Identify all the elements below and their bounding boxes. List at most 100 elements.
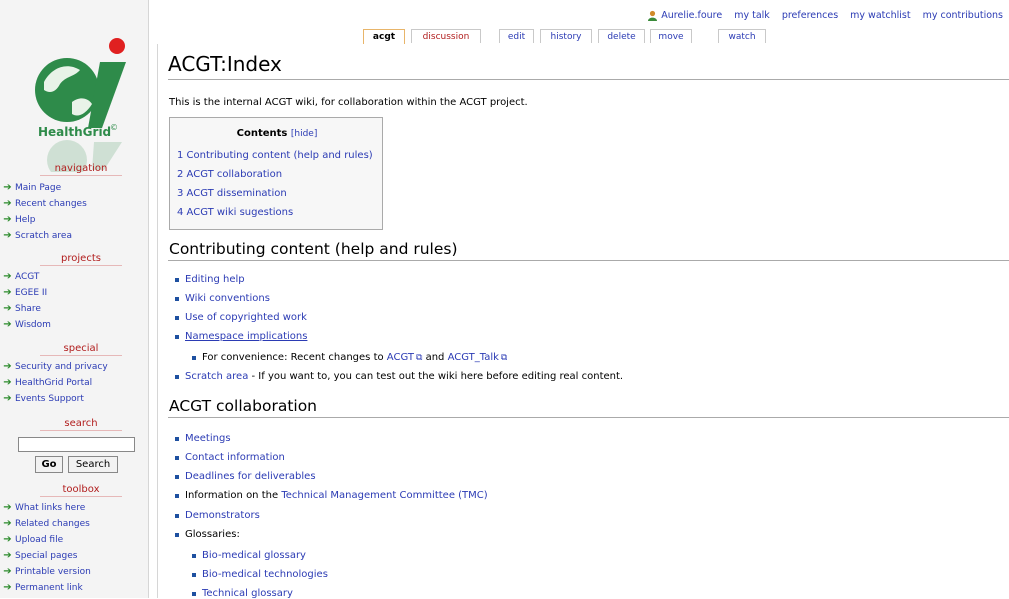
- arrow-right-icon: ➔: [3, 566, 12, 577]
- tab-delete[interactable]: delete: [598, 29, 645, 43]
- search-input[interactable]: [18, 437, 135, 452]
- bullet-icon: [175, 474, 179, 479]
- list-item[interactable]: Namespace implications: [175, 331, 307, 342]
- list-item: Scratch area - If you want to, you can t…: [175, 371, 623, 382]
- list-item[interactable]: Wiki conventions: [175, 293, 270, 304]
- content-area: ACGT:Index This is the internal ACGT wik…: [157, 44, 1009, 599]
- list-item: For convenience: Recent changes to ACGT ⧉…: [192, 352, 507, 363]
- bullet-icon: [175, 315, 179, 320]
- toc-item-suggestions[interactable]: 4 ACGT wiki sugestions: [177, 207, 293, 218]
- arrow-right-icon: ➔: [3, 361, 12, 372]
- user-link[interactable]: Aurelie.foure: [647, 10, 722, 21]
- intro-text: This is the internal ACGT wiki, for coll…: [169, 97, 528, 108]
- list-item: Glossaries:: [175, 529, 240, 540]
- list-item[interactable]: Deadlines for deliverables: [175, 471, 316, 482]
- page-tabs: acgt discussion edit history delete move…: [157, 28, 1009, 45]
- list-item[interactable]: Use of copyrighted work: [175, 312, 307, 323]
- toc-item-collaboration[interactable]: 2 ACGT collaboration: [177, 169, 282, 180]
- project-item-egee[interactable]: ➔ EGEE II: [0, 285, 148, 301]
- toc-item-contributing[interactable]: 1 Contributing content (help and rules): [177, 150, 373, 161]
- special-title: special: [40, 343, 122, 356]
- project-item-wisdom[interactable]: ➔ Wisdom: [0, 317, 148, 333]
- tab-acgt[interactable]: acgt: [363, 29, 405, 45]
- search-button[interactable]: Search: [68, 456, 118, 473]
- section-heading-collaboration: ACGT collaboration: [169, 397, 318, 415]
- arrow-right-icon: ➔: [3, 550, 12, 561]
- arrow-right-icon: ➔: [3, 377, 12, 388]
- bullet-icon: [192, 553, 196, 558]
- logo-mark: ©: [110, 123, 118, 132]
- bullet-icon: [175, 334, 179, 339]
- bullet-icon: [175, 455, 179, 460]
- healthgrid-logo-icon[interactable]: HealthGrid ©: [22, 32, 132, 172]
- toolbox-item-permanent-link[interactable]: ➔ Permanent link: [0, 580, 148, 596]
- scratch-area-link[interactable]: Scratch area: [185, 371, 248, 382]
- special-list: ➔ Security and privacy ➔ HealthGrid Portal…: [0, 359, 148, 407]
- list-item: Information on the Technical Management …: [175, 490, 488, 501]
- toolbox-item-upload-file[interactable]: ➔ Upload file: [0, 532, 148, 548]
- list-item[interactable]: Meetings: [175, 433, 231, 444]
- arrow-right-icon: ➔: [3, 319, 12, 330]
- toc-title: Contents: [236, 128, 288, 139]
- bullet-icon: [192, 591, 196, 596]
- arrow-right-icon: ➔: [3, 502, 12, 513]
- my-contributions-link[interactable]: my contributions: [923, 10, 1003, 21]
- nav-item-recent-changes[interactable]: ➔ Recent changes: [0, 196, 148, 212]
- tmc-link[interactable]: Technical Management Committee (TMC): [281, 490, 487, 501]
- toolbox-item-related-changes[interactable]: ➔ Related changes: [0, 516, 148, 532]
- toolbox-title: toolbox: [40, 484, 122, 497]
- acgt-talk-link[interactable]: ACGT_Talk: [448, 352, 499, 363]
- title-divider: [168, 79, 1009, 80]
- bullet-icon: [192, 355, 196, 360]
- toolbox-item-special-pages[interactable]: ➔ Special pages: [0, 548, 148, 564]
- list-item[interactable]: Technical glossary: [192, 588, 293, 599]
- preferences-link[interactable]: preferences: [782, 10, 838, 21]
- special-item-events[interactable]: ➔ Events Support: [0, 391, 148, 407]
- arrow-right-icon: ➔: [3, 393, 12, 404]
- arrow-right-icon: ➔: [3, 582, 12, 593]
- tab-history[interactable]: history: [540, 29, 592, 43]
- my-talk-link[interactable]: my talk: [734, 10, 770, 21]
- list-item[interactable]: Contact information: [175, 452, 285, 463]
- list-item[interactable]: Bio-medical glossary: [192, 550, 306, 561]
- nav-item-help[interactable]: ➔ Help: [0, 212, 148, 228]
- project-item-acgt[interactable]: ➔ ACGT: [0, 269, 148, 285]
- special-item-portal[interactable]: ➔ HealthGrid Portal: [0, 375, 148, 391]
- go-button[interactable]: Go: [35, 456, 63, 473]
- nav-item-main-page[interactable]: ➔ Main Page: [0, 180, 148, 196]
- arrow-right-icon: ➔: [3, 182, 12, 193]
- special-item-security[interactable]: ➔ Security and privacy: [0, 359, 148, 375]
- bullet-icon: [175, 513, 179, 518]
- toc-item-dissemination[interactable]: 3 ACGT dissemination: [177, 188, 287, 199]
- bullet-icon: [175, 374, 179, 379]
- page-title: ACGT:Index: [168, 52, 282, 76]
- list-item[interactable]: Demonstrators: [175, 510, 260, 521]
- bullet-icon: [175, 296, 179, 301]
- acgt-link[interactable]: ACGT: [387, 352, 414, 363]
- my-watchlist-link[interactable]: my watchlist: [850, 10, 910, 21]
- section-divider: [168, 260, 1009, 261]
- tab-move[interactable]: move: [650, 29, 692, 43]
- toolbox-item-what-links-here[interactable]: ➔ What links here: [0, 500, 148, 516]
- navigation-title: navigation: [40, 163, 122, 176]
- nav-item-scratch-area[interactable]: ➔ Scratch area: [0, 228, 148, 244]
- toc-hide-link[interactable]: [hide]: [291, 129, 317, 139]
- project-item-share[interactable]: ➔ Share: [0, 301, 148, 317]
- arrow-right-icon: ➔: [3, 230, 12, 241]
- sidebar: HealthGrid © navigation ➔ Main Page ➔ Rece…: [0, 0, 149, 598]
- toc-header: Contents [hide]: [170, 128, 384, 139]
- bullet-icon: [175, 436, 179, 441]
- toolbox-item-printable-version[interactable]: ➔ Printable version: [0, 564, 148, 580]
- arrow-right-icon: ➔: [3, 271, 12, 282]
- tab-watch[interactable]: watch: [718, 29, 766, 43]
- bullet-icon: [175, 493, 179, 498]
- list-item[interactable]: Bio-medical technologies: [192, 569, 328, 580]
- bullet-icon: [175, 277, 179, 282]
- bullet-icon: [175, 532, 179, 537]
- tab-discussion[interactable]: discussion: [411, 29, 481, 43]
- tab-edit[interactable]: edit: [499, 29, 534, 43]
- list-item[interactable]: Editing help: [175, 274, 245, 285]
- user-bar: Aurelie.foure my talk preferences my wat…: [647, 10, 1003, 21]
- arrow-right-icon: ➔: [3, 287, 12, 298]
- logo-text: HealthGrid: [38, 125, 111, 139]
